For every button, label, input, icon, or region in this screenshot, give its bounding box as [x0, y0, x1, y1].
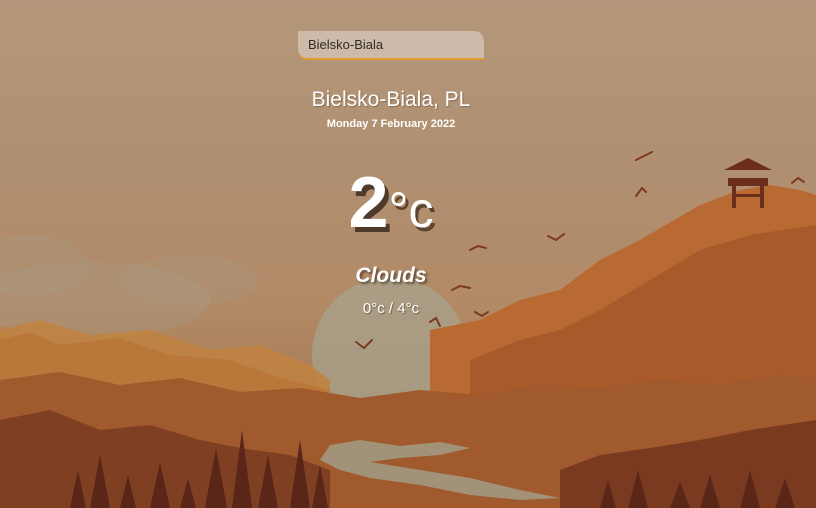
temperature-range: 0°c / 4°c	[362, 300, 420, 317]
temperature-display: 2°c	[0, 162, 782, 244]
mountain-landscape-background	[0, 151, 816, 508]
temperature-unit: °c	[388, 182, 434, 238]
location-title: Bielsko-Biala, PL	[311, 88, 471, 111]
temperature-value: 2	[348, 163, 389, 243]
weather-app: Bielsko-Biala, PL Monday 7 February 2022…	[0, 0, 816, 508]
city-search-input[interactable]	[298, 31, 484, 60]
weather-condition: Clouds	[355, 264, 427, 287]
current-date: Monday 7 February 2022	[326, 118, 456, 130]
